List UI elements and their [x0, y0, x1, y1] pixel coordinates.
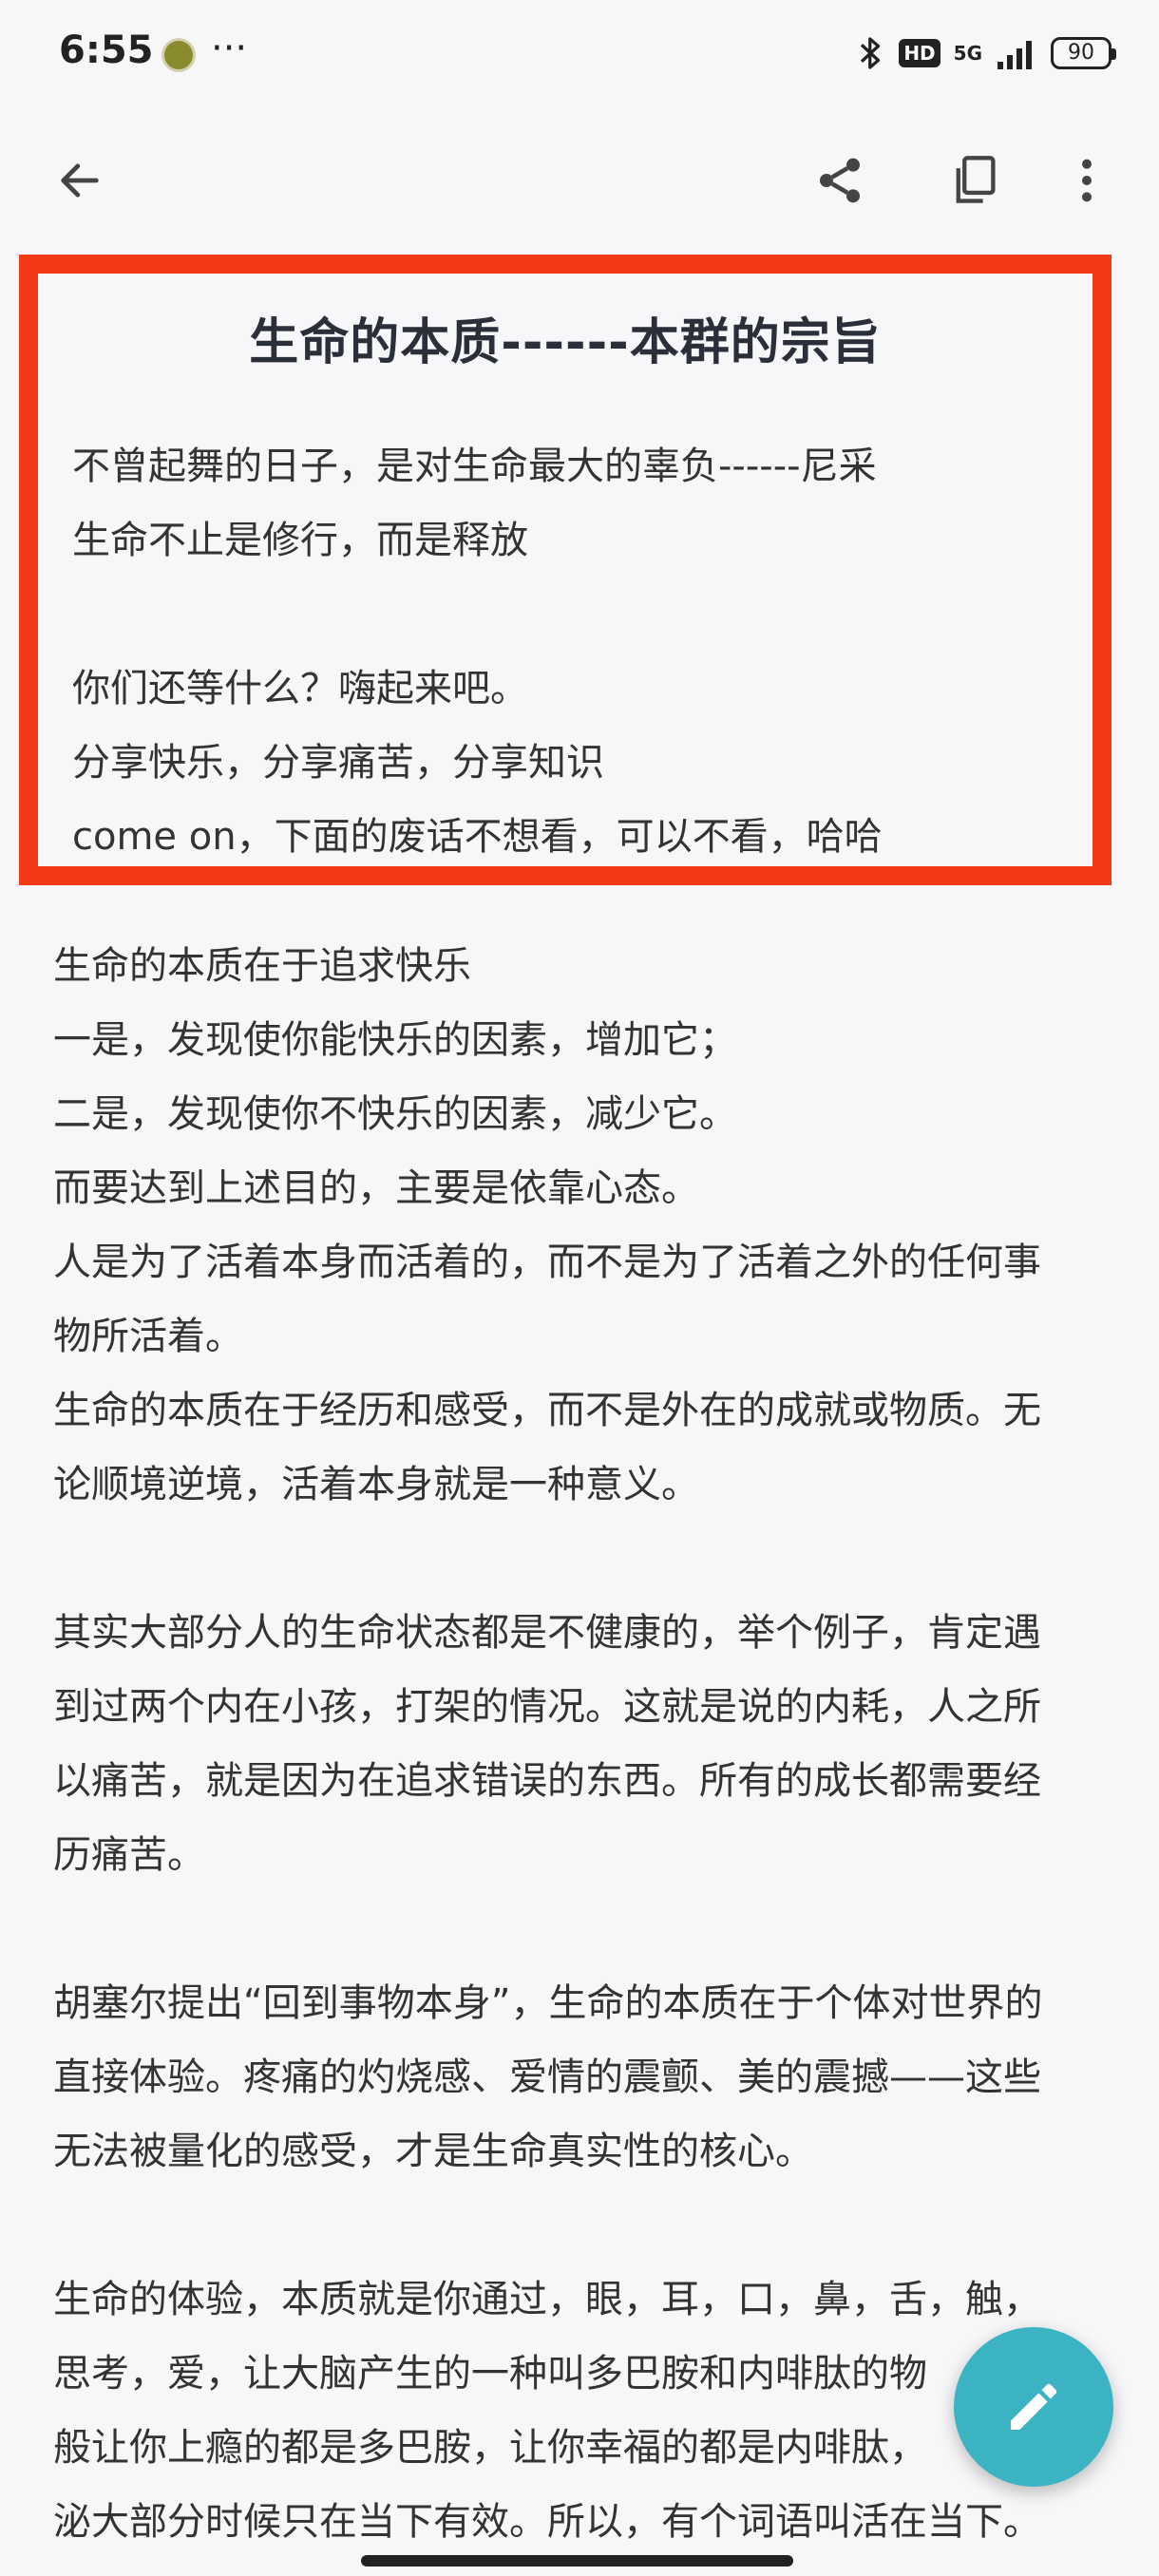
body-line: 无法被量化的感受，才是生命真实性的核心。 [53, 2130, 813, 2173]
intro-line: 不曾起舞的日子，是对生命最大的辜负------尼采 [72, 445, 877, 488]
note-body: 生命的本质在于追求快乐一是，发现使你能快乐的因素，增加它； 二是，发现使你不快乐的… [53, 929, 1108, 2559]
intro-line: 生命不止是修行，而是释放 [72, 519, 528, 562]
body-line: 论顺境逆境，活着本身就是一种意义。 [53, 1463, 699, 1506]
body-line: 到过两个内在小孩，打架的情况。这就是说的内耗，人之所 [53, 1685, 1041, 1729]
body-line: 二是，发现使你不快乐的因素，减少它。 [53, 1092, 737, 1136]
body-line: 生命的本质在于追求快乐 [53, 944, 471, 988]
intro-line: 你们还等什么？嗨起来吧。 [72, 667, 528, 710]
app-bar [0, 123, 1159, 237]
network-type: 5G [953, 42, 982, 65]
note-title: 生命的本质------本群的宗旨 [249, 314, 882, 371]
intro-line: come on，下面的废话不想看，可以不看，哈哈 [72, 815, 883, 859]
more-vertical-icon [1082, 159, 1092, 202]
edit-fab-button[interactable] [954, 2327, 1113, 2487]
body-line: 直接体验。疼痛的灼烧感、爱情的震颤、美的震撼——这些 [53, 2055, 1041, 2099]
body-line: 思考，爱，让大脑产生的一种叫多巴胺和内啡肽的物 [53, 2352, 927, 2396]
battery-indicator: 90 [1051, 37, 1116, 69]
share-button[interactable] [804, 144, 876, 217]
status-bar: 6:55 ··· HD 5G 90 [0, 0, 1159, 114]
body-line: 以痛苦，就是因为在追求错误的东西。所有的成长都需要经 [53, 1759, 1041, 1803]
bluetooth-icon [861, 37, 881, 69]
body-line: 历痛苦。 [53, 1833, 205, 1877]
body-line: 生命的体验，本质就是你通过，眼，耳，口，鼻，舌，触， [53, 2278, 1041, 2321]
highlighted-intro-box: 生命的本质------本群的宗旨 不曾起舞的日子，是对生命最大的辜负------… [19, 255, 1112, 885]
body-line: 泌大部分时候只在当下有效。所以，有个词语叫活在当下。 [53, 2500, 1041, 2544]
home-indicator[interactable] [361, 2555, 793, 2567]
share-icon [820, 158, 860, 203]
arrow-left-icon [61, 163, 99, 198]
more-options-button[interactable] [1058, 144, 1115, 217]
body-line: 一是，发现使你能快乐的因素，增加它； [53, 1018, 737, 1062]
body-line: 物所活着。 [53, 1315, 243, 1358]
copy-icon [956, 156, 996, 203]
hd-icon: HD [899, 39, 940, 67]
back-button[interactable] [44, 144, 116, 217]
body-line: 而要达到上述目的，主要是依靠心态。 [53, 1166, 699, 1210]
body-line: 生命的本质在于经历和感受，而不是外在的成就或物质。无 [53, 1389, 1041, 1432]
intro-line: 分享快乐，分享痛苦，分享知识 [72, 741, 604, 785]
body-line: 人是为了活着本身而活着的，而不是为了活着之外的任何事 [53, 1241, 1041, 1284]
status-time: 6:55 [59, 28, 154, 72]
notification-app-icon [162, 38, 196, 72]
copy-button[interactable] [939, 144, 1011, 217]
pencil-edit-icon [1011, 2383, 1057, 2430]
signal-icon [998, 41, 1032, 69]
body-line: 胡塞尔提出“回到事物本身”，生命的本质在于个体对世界的 [53, 1981, 1043, 2025]
body-line: 般让你上瘾的都是多巴胺，让你幸福的都是内啡肽， [53, 2426, 927, 2470]
more-notifications: ··· [211, 27, 248, 70]
status-icons: HD 5G 90 [857, 34, 1116, 72]
body-line: 其实大部分人的生命状态都是不健康的，举个例子，肯定遇 [53, 1611, 1041, 1655]
